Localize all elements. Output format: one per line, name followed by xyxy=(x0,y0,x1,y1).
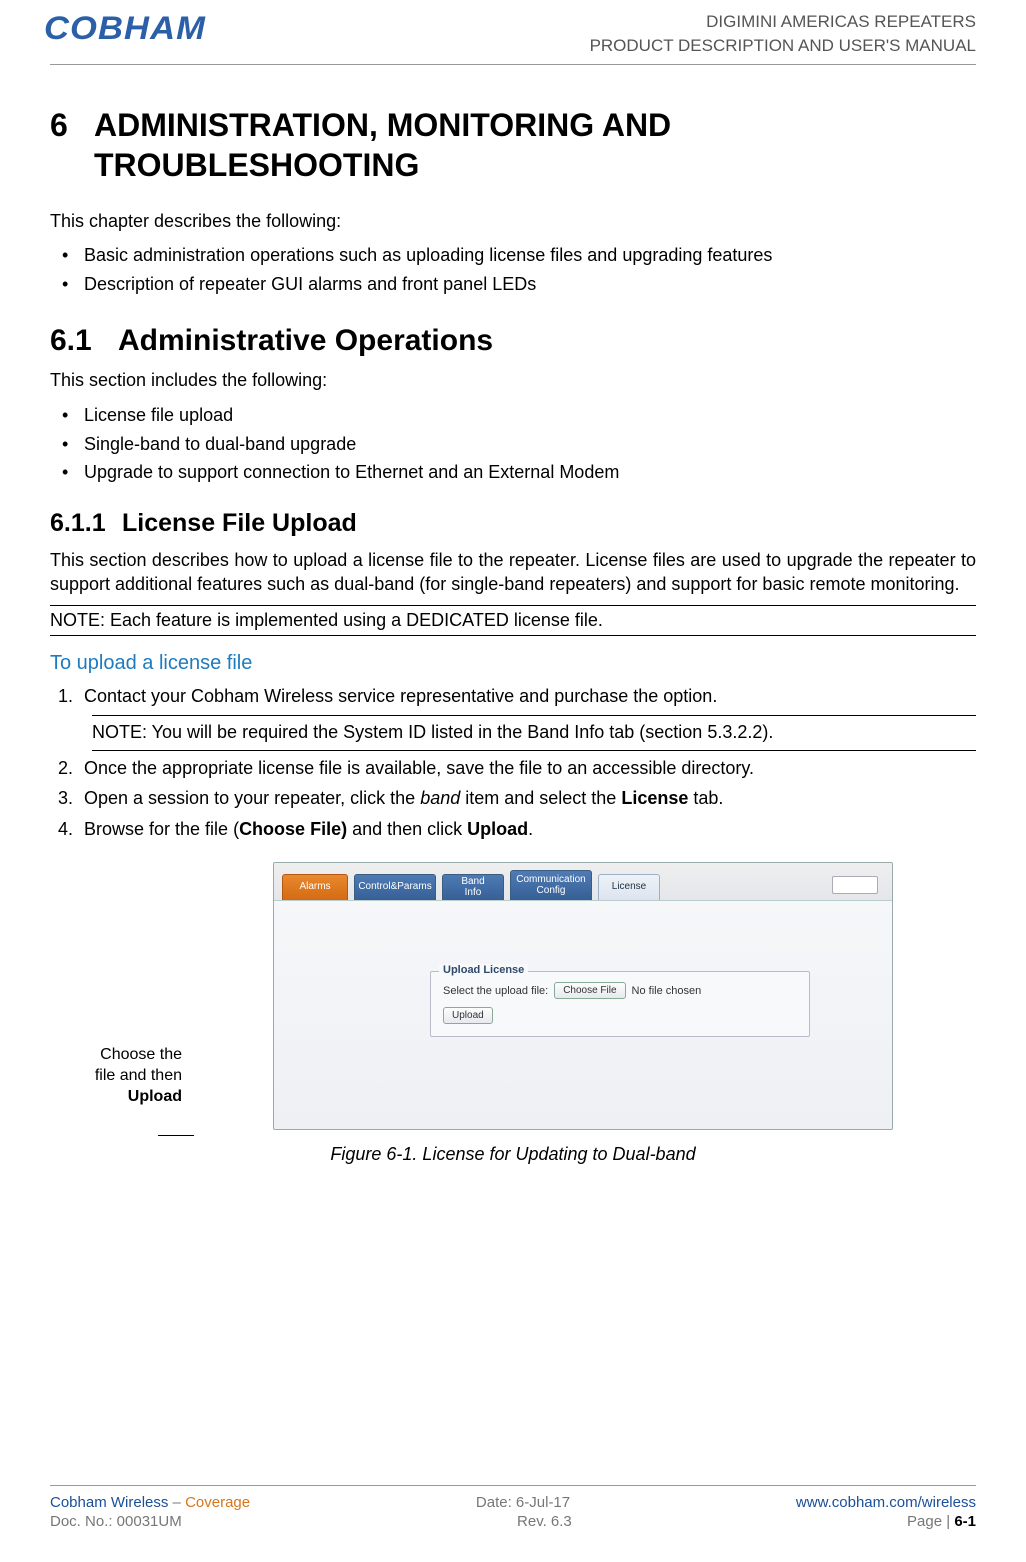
header-doc-title: DIGIMINI AMERICAS REPEATERS PRODUCT DESC… xyxy=(590,10,976,58)
chapter-number: 6 xyxy=(50,105,94,145)
procedure-title: To upload a license file xyxy=(50,650,976,677)
fieldset-legend: Upload License xyxy=(439,964,528,976)
file-select-label: Select the upload file: xyxy=(443,985,548,997)
tab-license[interactable]: License xyxy=(598,874,660,900)
list-item: Single-band to dual-band upgrade xyxy=(56,430,976,459)
note-box: NOTE: Each feature is implemented using … xyxy=(50,605,976,636)
figure-callout: Choose the file and then Upload xyxy=(50,1045,190,1107)
tab-alarms[interactable]: Alarms xyxy=(282,874,348,900)
step-note: NOTE: You will be required the System ID… xyxy=(92,715,976,751)
step-2: Once the appropriate license file is ava… xyxy=(78,755,976,783)
chapter-heading: 6ADMINISTRATION, MONITORING AND TROUBLES… xyxy=(50,105,976,185)
section-intro: This section includes the following: xyxy=(50,368,976,392)
subsection-heading: 6.1.1License File Upload xyxy=(50,509,976,538)
chapter-title-line2: TROUBLESHOOTING xyxy=(50,145,976,185)
page-header: COBHAM DIGIMINI AMERICAS REPEATERS PRODU… xyxy=(50,10,976,65)
list-item: License file upload xyxy=(56,401,976,430)
license-screenshot: Alarms Control&Params Band Info Communic… xyxy=(273,862,893,1130)
tab-band-info[interactable]: Band Info xyxy=(442,874,504,900)
section-number: 6.1 xyxy=(50,324,118,358)
chapter-title-line1: ADMINISTRATION, MONITORING AND xyxy=(94,107,671,143)
license-panel: Upload License Select the upload file: C… xyxy=(274,901,892,1057)
footer-docno: Doc. No.: 00031UM xyxy=(50,1513,182,1530)
step-1: Contact your Cobham Wireless service rep… xyxy=(78,683,976,751)
footer-page: Page | 6-1 xyxy=(907,1513,976,1530)
figure-caption: Figure 6-1. License for Updating to Dual… xyxy=(50,1142,976,1166)
upload-button[interactable]: Upload xyxy=(443,1007,493,1024)
footer-rev: Rev. 6.3 xyxy=(517,1513,572,1530)
tab-communication-config[interactable]: Communication Config xyxy=(510,870,592,900)
list-item: Basic administration operations such as … xyxy=(56,241,976,270)
footer-company: Cobham Wireless – Coverage xyxy=(50,1494,250,1511)
file-select-row: Select the upload file: Choose File No f… xyxy=(443,982,797,999)
tab-control-params[interactable]: Control&Params xyxy=(354,874,436,900)
section-title: Administrative Operations xyxy=(118,324,493,357)
step-4: Browse for the file (Choose File) and th… xyxy=(78,816,976,844)
section-list: License file upload Single-band to dual-… xyxy=(56,401,976,487)
toolbar-dropdown[interactable] xyxy=(832,876,878,894)
tab-bar: Alarms Control&Params Band Info Communic… xyxy=(274,863,892,901)
no-file-chosen-text: No file chosen xyxy=(632,985,702,997)
cobham-logo: COBHAM xyxy=(44,10,206,47)
upload-license-fieldset: Upload License Select the upload file: C… xyxy=(430,971,810,1037)
callout-connector xyxy=(158,1135,194,1136)
footer-url: www.cobham.com/wireless xyxy=(796,1494,976,1511)
list-item: Description of repeater GUI alarms and f… xyxy=(56,270,976,299)
header-line1: DIGIMINI AMERICAS REPEATERS xyxy=(590,10,976,34)
subsection-number: 6.1.1 xyxy=(50,509,122,538)
header-line2: PRODUCT DESCRIPTION AND USER'S MANUAL xyxy=(590,34,976,58)
choose-file-button[interactable]: Choose File xyxy=(554,982,625,999)
step-3: Open a session to your repeater, click t… xyxy=(78,785,976,813)
page-footer: Cobham Wireless – Coverage Date: 6-Jul-1… xyxy=(50,1485,976,1532)
figure-container: Choose the file and then Upload Alarms C… xyxy=(50,862,976,1130)
list-item: Upgrade to support connection to Etherne… xyxy=(56,458,976,487)
footer-date: Date: 6-Jul-17 xyxy=(476,1494,570,1511)
chapter-intro-list: Basic administration operations such as … xyxy=(56,241,976,299)
subsection-title: License File Upload xyxy=(122,509,357,537)
subsection-para: This section describes how to upload a l… xyxy=(50,548,976,597)
chapter-intro: This chapter describes the following: xyxy=(50,209,976,233)
procedure-steps: Contact your Cobham Wireless service rep… xyxy=(78,683,976,844)
section-heading: 6.1Administrative Operations xyxy=(50,324,976,358)
